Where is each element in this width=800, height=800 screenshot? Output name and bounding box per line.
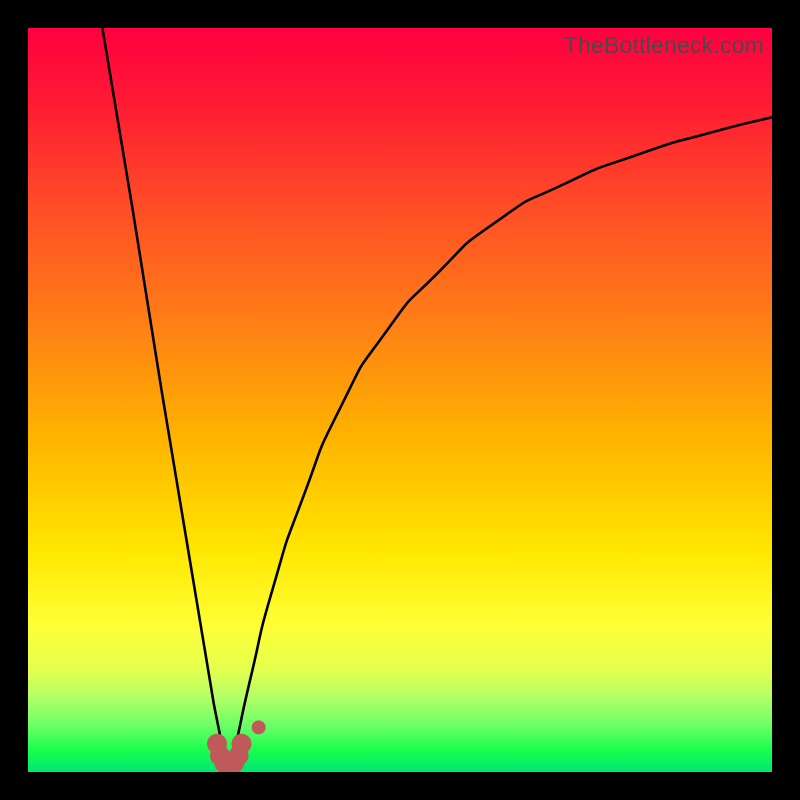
optimal-markers bbox=[28, 28, 772, 772]
chart-frame: TheBottleneck.com bbox=[28, 28, 772, 772]
attribution-text: TheBottleneck.com bbox=[564, 32, 764, 59]
optimal-marker-dot bbox=[252, 720, 266, 734]
optimal-marker-dot bbox=[232, 734, 252, 754]
